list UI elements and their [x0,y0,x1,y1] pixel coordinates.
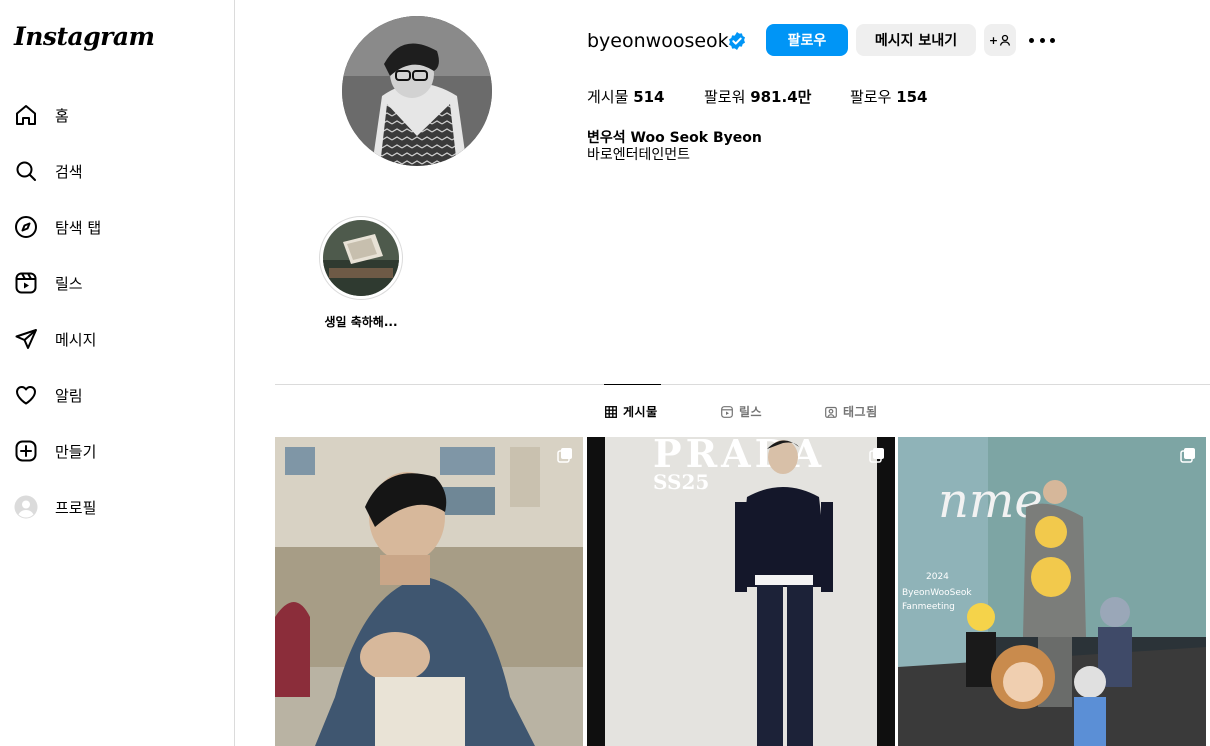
svg-text:SS25: SS25 [653,470,709,494]
sidebar-item-notifications[interactable]: 알림 [12,377,222,413]
profile-bio: 바로엔터테인먼트 [587,147,691,163]
posts-label: 게시물 [587,88,629,106]
add-person-plus: + [988,33,999,47]
followers-value: 981.4만 [750,88,812,106]
sidebar-item-label: 탐색 탭 [55,218,102,237]
sidebar-item-explore[interactable]: 탐색 탭 [12,209,222,245]
profile-username: byeonwooseok [587,30,729,52]
tab-reels[interactable]: 릴스 [721,403,762,420]
compass-icon [12,213,40,241]
following-label: 팔로우 [850,88,892,106]
reels-icon [721,405,733,418]
tab-label: 게시물 [623,405,658,419]
sidebar: Instagram 홈 검색 탐색 탭 릴스 메시지 알림 만들기 프로필 [0,0,235,746]
post-thumbnail[interactable]: PRADA SS25 [587,437,895,746]
plus-square-icon [12,437,40,465]
profile-avatar[interactable] [342,16,492,166]
tab-label: 태그됨 [843,405,878,419]
multi-post-icon [557,447,573,463]
sidebar-item-reels[interactable]: 릴스 [12,265,222,301]
verified-badge-icon [727,31,747,51]
send-icon [12,325,40,353]
tab-tagged[interactable]: 태그됨 [825,403,878,420]
sidebar-item-label: 검색 [55,162,83,181]
follow-button[interactable]: 팔로우 [766,24,848,56]
post-image: PRADA SS25 [587,437,895,746]
post-image [275,437,583,746]
multi-post-icon [1180,447,1196,463]
story-highlight[interactable] [319,216,403,300]
active-tab-indicator [604,384,661,385]
send-message-button[interactable]: 메시지 보내기 [856,24,976,56]
svg-text:2024: 2024 [926,572,949,582]
followers-label: 팔로워 [704,88,746,106]
heart-icon [12,381,40,409]
multi-post-icon [869,447,885,463]
story-highlight-thumbnail [323,220,399,296]
sidebar-item-label: 알림 [55,386,83,405]
posts-count[interactable]: 게시물 514 [587,86,665,107]
sidebar-item-create[interactable]: 만들기 [12,433,222,469]
home-icon [12,101,40,129]
suggest-accounts-button[interactable]: + [984,24,1016,56]
sidebar-item-label: 프로필 [55,498,97,517]
avatar-icon [12,493,40,521]
svg-text:Fanmeeting: Fanmeeting [902,602,955,612]
tab-label: 릴스 [739,405,763,419]
grid-icon [605,405,617,418]
followers-count[interactable]: 팔로워 981.4만 [704,86,811,107]
following-count[interactable]: 팔로우 154 [850,86,928,107]
sidebar-item-profile[interactable]: 프로필 [12,489,222,525]
story-highlight-label: 생일 축하해... [324,315,398,329]
sidebar-item-label: 릴스 [55,274,83,293]
following-value: 154 [896,88,928,106]
sidebar-item-messages[interactable]: 메시지 [12,321,222,357]
tab-posts[interactable]: 게시물 [605,403,658,420]
sidebar-item-search[interactable]: 검색 [12,153,222,189]
reels-icon [12,269,40,297]
more-options-icon[interactable] [1029,30,1055,50]
instagram-logo[interactable]: Instagram [14,22,155,51]
sidebar-item-label: 홈 [55,106,69,125]
post-thumbnail[interactable]: nme 2024 ByeonWooSeok Fanmeeting [898,437,1206,746]
sidebar-item-home[interactable]: 홈 [12,97,222,133]
sidebar-item-label: 만들기 [55,442,97,461]
post-thumbnail[interactable] [275,437,583,746]
add-person-icon: + [989,34,1011,47]
svg-text:ByeonWooSeok: ByeonWooSeok [902,588,972,598]
posts-value: 514 [633,88,665,106]
post-image: nme 2024 ByeonWooSeok Fanmeeting [898,437,1206,746]
search-icon [12,157,40,185]
tabs-divider [275,384,1210,385]
tagged-icon [825,406,837,418]
sidebar-item-label: 메시지 [55,330,97,349]
